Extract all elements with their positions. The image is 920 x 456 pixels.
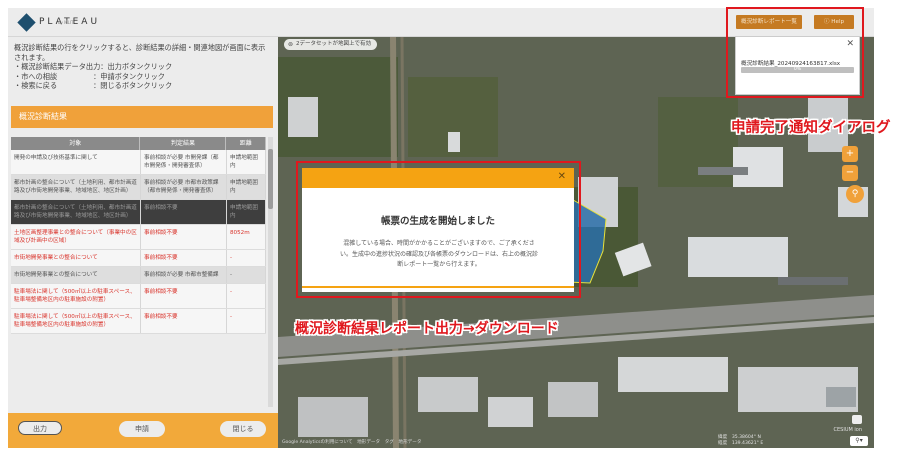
cell-distance: - [227,309,266,333]
lon-value: 139.43621° E [731,440,764,446]
layers-icon: ⊚ [288,41,294,48]
instruction-line: ・市への相談 ：申請ボタンクリック [14,71,165,81]
results-table: 対象 判定結果 距離 開発の申請及び技術基準に関して 事前相談が必要 市開発課（都… [11,137,266,407]
instruction-line: 概況診断結果の行をクリックすると、診断結果の詳細・関連地図が画面に表示 [14,43,266,52]
table-scrollbar[interactable] [268,137,273,407]
cell-distance: 申請地範囲内 [227,175,266,199]
instruction-line: されます。 [14,52,50,62]
col-header-result: 判定結果 [140,137,227,150]
lat-label: 緯度 [718,435,728,440]
cell-target: 駐車場法に関して（500㎡以上の駐車スペース、駐車場整備地区内の駐車施設の附置） [11,309,141,333]
instruction-line: ・概況診断結果データ出力：出力ボタンクリック [14,62,173,72]
modal-callout-label: 概況診断結果レポート出力→ダウンロード [295,321,559,337]
cell-target: 土地区画整理事業との整合について（事業中の区域及び計画中の区域） [11,225,141,249]
cell-target: 都市計画の整合について（土地利用、都市計画道路及び市街地開発事業、地域地区、地区… [11,175,141,199]
dataset-info-text: 2データセットが地図上で有効 [296,41,372,47]
dataset-info-badge[interactable]: ⊚ 2データセットが地図上で有効 [284,39,378,50]
cell-distance: 8052m [227,225,266,249]
table-row[interactable]: 都市計画の整合について（土地利用、都市計画道路及び市街地開発事業、地域地区、地区… [11,175,266,200]
table-row[interactable]: 市街地開発事業との整合について 事前相談が必要 市都市整備課 - [11,267,266,284]
table-row[interactable]: 駐車場法に関して（500㎡以上の駐車スペース、駐車場整備地区内の駐車施設の附置）… [11,284,266,309]
cell-result: 事前相談が必要 市都市整備課 [141,267,227,283]
cell-distance: 申請地範囲内 [227,150,266,174]
cell-result: 事前相談不要 [141,225,227,249]
lon-label: 経度 [718,440,728,446]
chat-icon[interactable] [852,415,862,424]
table-row[interactable]: 駐車場法に関して（500㎡以上の駐車スペース、駐車場整備地区内の駐車施設の附置）… [11,309,266,334]
panel-button-bar: 出力 申請 閉じる [8,413,278,448]
close-button[interactable]: 閉じる [220,421,266,437]
section-title: 概況診断結果 [11,106,273,128]
table-row[interactable]: 開発の申請及び技術基準に関して 事前相談が必要 市開発課（都市開発係・開発審査係）… [11,150,266,175]
diagnosis-panel: 概況診断結果の行をクリックすると、診断結果の詳細・関連地図が画面に表示 されます… [8,37,278,448]
map-footer-links[interactable]: Google Analyticsの利用について 地形データ タグ 地形データ [282,439,421,445]
notification-callout-label: 申請完了通知ダイアログ [731,120,891,136]
cell-distance: - [227,284,266,308]
lat-value: 35.38604° N [731,435,761,440]
cell-result: 事前相談不要 [141,309,227,333]
zoom-in-button[interactable]: + [842,146,858,162]
map-settings-button[interactable]: ⚲▾ [850,436,868,446]
notification-highlight-box [726,7,864,98]
cell-target: 市街地開発事業との整合について [11,250,141,266]
cesium-credit: CESIUM ion [833,427,862,433]
zoom-out-button[interactable]: − [842,165,858,181]
cell-result: 事前相談が必要 市都市政策課（都市開発係・開発審査係） [141,175,227,199]
logo-subtext: by MLIT [58,20,74,25]
table-header: 対象 判定結果 距離 [11,137,266,150]
cell-distance: 申請地範囲内 [227,200,266,224]
col-header-target: 対象 [11,137,141,150]
location-pin-icon[interactable]: ⚲ [846,185,864,203]
instruction-line: ・検索に戻る ：閉じるボタンクリック [14,81,173,91]
table-row[interactable]: 市街地開発事業との整合について 事前相談不要 - [11,250,266,267]
cell-result: 事前相談が必要 市開発課（都市開発係・開発審査係） [141,150,227,174]
cell-target: 駐車場法に関して（500㎡以上の駐車スペース、駐車場整備地区内の駐車施設の附置） [11,284,141,308]
cell-target: 都市計画の整合について（土地利用、都市計画道路及び市街地開発事業、地域地区、地区… [11,200,141,224]
apply-button[interactable]: 申請 [119,421,165,437]
cell-result: 事前相談不要 [141,250,227,266]
instructions: 概況診断結果の行をクリックすると、診断結果の詳細・関連地図が画面に表示 されます… [14,43,272,91]
table-body: 開発の申請及び技術基準に関して 事前相談が必要 市開発課（都市開発係・開発審査係）… [11,150,266,334]
table-row[interactable]: 土地区画整理事業との整合について（事業中の区域及び計画中の区域） 事前相談不要 80… [11,225,266,250]
coordinate-readout: 緯度 35.38604° N 経度 139.43621° E [718,435,763,446]
col-header-distance: 距離 [226,137,266,150]
modal-highlight-box [296,161,581,298]
scrollbar-thumb[interactable] [268,149,273,209]
table-row[interactable]: 都市計画の整合について（土地利用、都市計画道路及び市街地開発事業、地域地区、地区… [11,200,266,225]
logo-mark-icon [17,12,36,32]
cell-result: 事前相談不要 [141,200,227,224]
cell-result: 事前相談不要 [141,284,227,308]
cell-distance: - [227,267,266,283]
cell-distance: - [227,250,266,266]
output-button[interactable]: 出力 [18,421,62,435]
cell-target: 市街地開発事業との整合について [11,267,141,283]
cell-target: 開発の申請及び技術基準に関して [11,150,141,174]
